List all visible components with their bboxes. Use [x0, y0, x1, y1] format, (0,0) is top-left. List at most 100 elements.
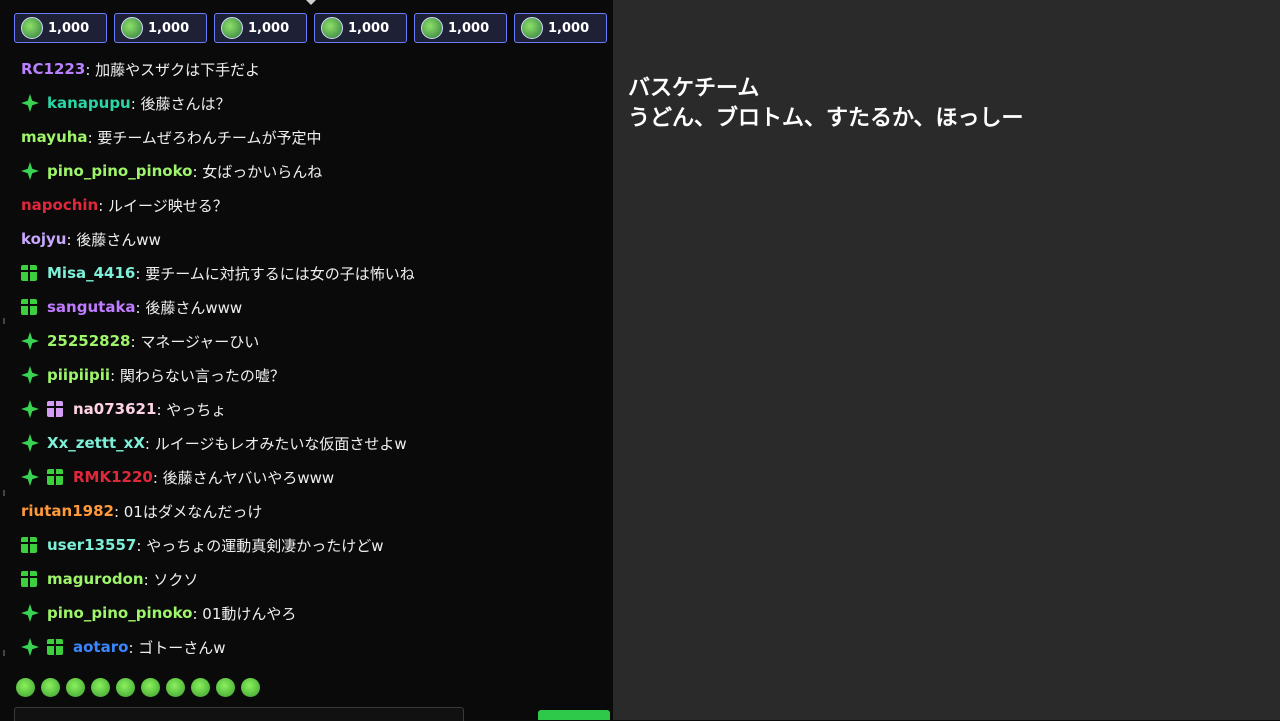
frog-emote-icon[interactable]: [16, 678, 35, 697]
tip-leaderboard: 1,000 1,000 1,000 1,000 1,000 1,000: [14, 13, 610, 45]
chat-message-text: : ゴトーさんw: [128, 638, 226, 657]
tip-amount: 1,000: [348, 20, 390, 36]
sparkle-badge-icon: [21, 400, 39, 418]
frog-emote-icon[interactable]: [166, 678, 185, 697]
panda-emote-icon[interactable]: [66, 678, 85, 697]
chat-message-text: : 01はダメなんだっけ: [113, 502, 263, 521]
scroll-marker: [3, 650, 5, 656]
chat-message: aotaro: ゴトーさんw: [0, 630, 613, 664]
chat-message-text: : 要チームに対抗するには女の子は怖いね: [135, 264, 415, 283]
chat-message: sangutaka: 後藤さんwww: [0, 290, 613, 324]
tip-item[interactable]: 1,000: [114, 13, 207, 43]
tip-amount: 1,000: [548, 20, 590, 36]
tipper-avatar: [421, 17, 443, 39]
chat-username[interactable]: mayuha: [21, 128, 88, 146]
frog-emote-icon[interactable]: [91, 678, 110, 697]
chat-username[interactable]: na073621: [73, 400, 156, 418]
tip-amount: 1,000: [448, 20, 490, 36]
sparkle-badge-icon: [21, 366, 39, 384]
chat-message-text: : 関わらない言ったの嘘？: [110, 366, 285, 385]
chat-username[interactable]: Misa_4416: [47, 264, 135, 282]
sparkle-badge-icon: [21, 332, 39, 350]
chat-message: pino_pino_pinoko: 女ばっかいらんね: [0, 154, 613, 188]
chat-message: Misa_4416: 要チームに対抗するには女の子は怖いね: [0, 256, 613, 290]
tipper-avatar: [321, 17, 343, 39]
chat-input[interactable]: [14, 707, 464, 721]
chat-message: kanapupu: 後藤さんは？: [0, 86, 613, 120]
gift-badge-icon: [47, 639, 63, 655]
chat-message-text: : 女ばっかいらんね: [192, 162, 323, 181]
chat-message: user13557: やっちょの運動真剣凄かったけどw: [0, 528, 613, 562]
sparkle-badge-icon: [21, 434, 39, 452]
resize-handle[interactable]: [3, 318, 5, 324]
tip-item[interactable]: 1,000: [14, 13, 107, 43]
tip-amount: 1,000: [248, 20, 290, 36]
chat-username[interactable]: user13557: [47, 536, 136, 554]
tip-item[interactable]: 1,000: [414, 13, 507, 43]
sparkle-badge-icon: [21, 162, 39, 180]
frog-emote-icon[interactable]: [141, 678, 160, 697]
frog-emote-icon[interactable]: [216, 678, 235, 697]
chat-message: na073621: やっちょ: [0, 392, 613, 426]
chat-message: RC1223: 加藤やスザクは下手だよ: [0, 52, 613, 86]
chat-message-text: : 01動けんやろ: [192, 604, 297, 623]
chat-username[interactable]: 25252828: [47, 332, 131, 350]
emote-bar: [16, 678, 260, 697]
chat-message-text: : 後藤さんww: [66, 230, 161, 249]
chat-panel: 1,000 1,000 1,000 1,000 1,000 1,000 RC1223: 加…: [0, 0, 614, 721]
gift-badge-icon: [21, 265, 37, 281]
sparkle-badge-icon: [21, 604, 39, 622]
gift-badge-icon: [21, 571, 37, 587]
chat-message: piipiipii: 関わらない言ったの嘘？: [0, 358, 613, 392]
chat-username[interactable]: sangutaka: [47, 298, 136, 316]
chat-message: Xx_zettt_xX: ルイージもレオみたいな仮面させよw: [0, 426, 613, 460]
chat-message-text: : ソクソ: [143, 570, 199, 589]
gift-badge-icon: [47, 401, 63, 417]
tip-item[interactable]: 1,000: [514, 13, 607, 43]
tipper-avatar: [221, 17, 243, 39]
frog-emote-icon[interactable]: [241, 678, 260, 697]
chat-username[interactable]: magurodon: [47, 570, 144, 588]
frog-emote-icon[interactable]: [41, 678, 60, 697]
overlay-team-members: うどん、ブロトム、すたるか、ほっしー: [628, 106, 1024, 131]
gift-badge-icon: [21, 537, 37, 553]
chat-message: mayuha: 要チームぜろわんチームが予定中: [0, 120, 613, 154]
chat-message-text: : 後藤さんwww: [135, 298, 243, 317]
tipper-avatar: [521, 17, 543, 39]
gift-badge-icon: [47, 469, 63, 485]
ghost-emote-icon[interactable]: [116, 678, 135, 697]
chat-username[interactable]: aotaro: [73, 638, 128, 656]
chat-message: kojyu: 後藤さんww: [0, 222, 613, 256]
chat-message: magurodon: ソクソ: [0, 562, 613, 596]
send-button[interactable]: [538, 710, 610, 720]
chat-username[interactable]: Xx_zettt_xX: [47, 434, 145, 452]
chat-username[interactable]: piipiipii: [47, 366, 110, 384]
chat-message-text: : やっちょ: [156, 400, 227, 419]
tip-amount: 1,000: [148, 20, 190, 36]
chat-username[interactable]: kanapupu: [47, 94, 131, 112]
chat-message-text: : ルイージもレオみたいな仮面させよw: [144, 434, 407, 453]
chat-username[interactable]: RMK1220: [73, 468, 153, 486]
tip-item[interactable]: 1,000: [314, 13, 407, 43]
chat-username[interactable]: kojyu: [21, 230, 66, 248]
tipper-avatar: [121, 17, 143, 39]
chat-message: 25252828: マネージャーひい: [0, 324, 613, 358]
tip-item[interactable]: 1,000: [214, 13, 307, 43]
gift-badge-icon: [21, 299, 37, 315]
chat-message-text: : 後藤さんは？: [130, 94, 231, 113]
chat-message-text: : ルイージ映せる？: [98, 196, 228, 215]
chat-username[interactable]: riutan1982: [21, 502, 114, 520]
sparkle-badge-icon: [21, 468, 39, 486]
chat-message: pino_pino_pinoko: 01動けんやろ: [0, 596, 613, 630]
sparkle-badge-icon: [21, 638, 39, 656]
chat-message-list[interactable]: RC1223: 加藤やスザクは下手だよ kanapupu: 後藤さんは？ mayuh…: [0, 52, 613, 664]
chat-username[interactable]: RC1223: [21, 60, 85, 78]
scroll-marker: [3, 490, 5, 496]
chat-message-text: : やっちょの運動真剣凄かったけどw: [136, 536, 384, 555]
chat-username[interactable]: napochin: [21, 196, 98, 214]
frog-emote-icon[interactable]: [191, 678, 210, 697]
chat-message-text: : 後藤さんヤバいやろwww: [152, 468, 335, 487]
chat-message-text: : マネージャーひい: [130, 332, 260, 351]
chat-username[interactable]: pino_pino_pinoko: [47, 162, 192, 180]
chat-username[interactable]: pino_pino_pinoko: [47, 604, 192, 622]
